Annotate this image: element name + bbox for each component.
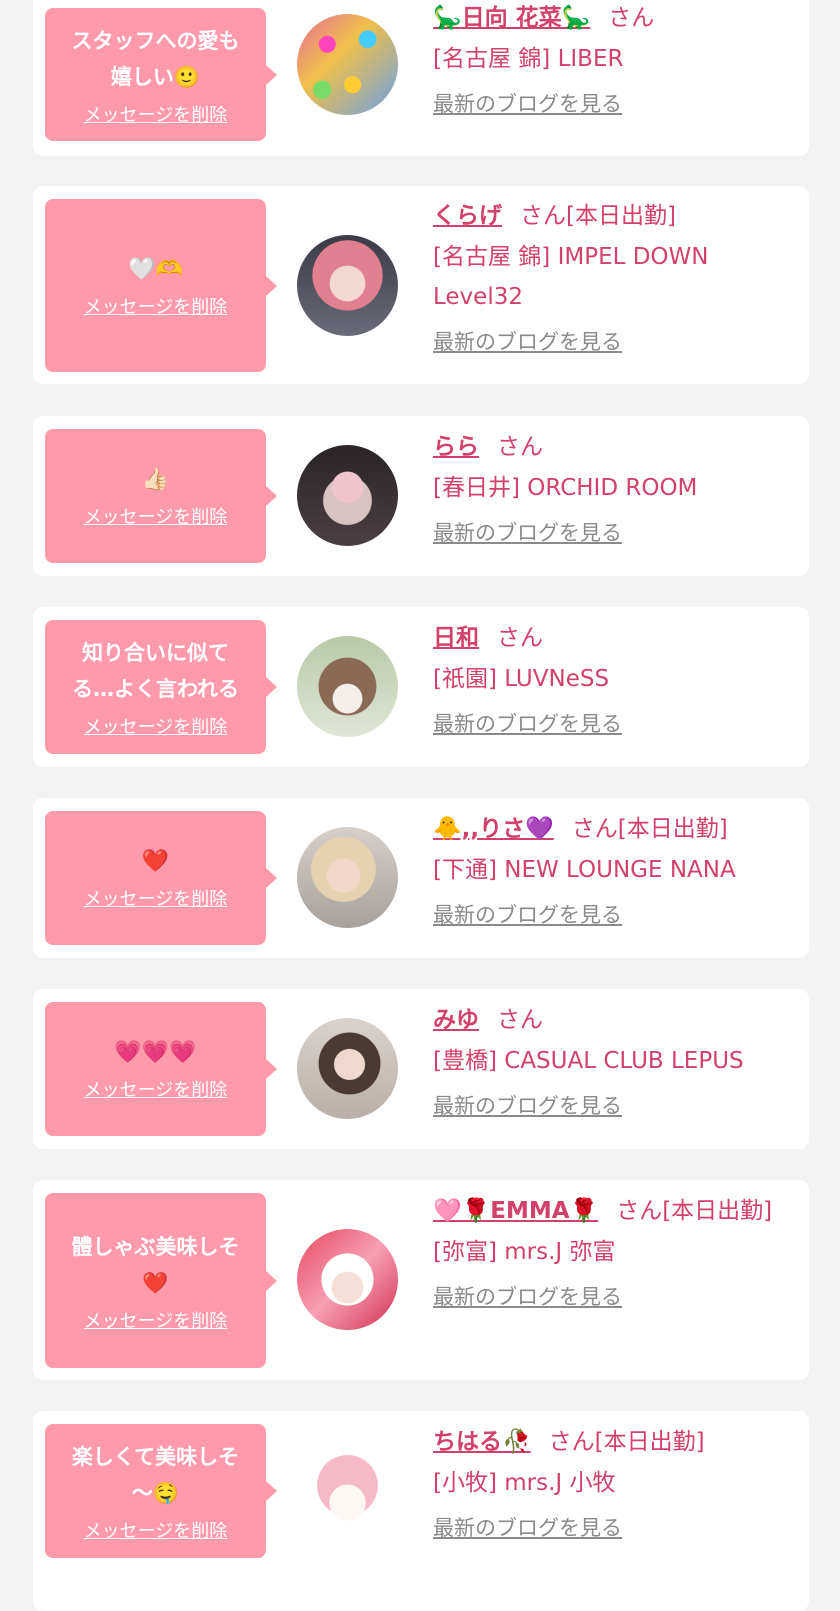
delete-message-link[interactable]: メッセージを削除 <box>84 1521 228 1543</box>
name-line: みゆ さん <box>433 1000 793 1041</box>
shop-name: [名古屋 錦] LIBER <box>433 46 624 72</box>
name-line: くらげ さん[本日出勤] <box>433 196 793 237</box>
latest-blog-link[interactable]: 最新のブログを見る <box>433 900 793 930</box>
cast-info: 日和 さん [祇園] LUVNeSS 最新のブログを見る <box>433 618 793 739</box>
message-card: スタッフへの愛も 嬉しい🙂 メッセージを削除 🦕日向 花菜🦕 さん [名古屋 錦] LI… <box>33 0 809 156</box>
latest-blog-link[interactable]: 最新のブログを見る <box>433 1513 793 1543</box>
shop-name: [下通] NEW LOUNGE NANA <box>433 857 736 883</box>
name-line: ちはる🥀 さん[本日出勤] <box>433 1422 793 1463</box>
cast-name-link[interactable]: 🦕日向 花菜🦕 <box>433 5 590 31</box>
message-bubble: ❤️ メッセージを削除 <box>45 811 277 945</box>
message-card: 知り合いに似て る…よく言われるメッセージを削除 日和 さん [祇園] LUVNeSS… <box>33 607 809 767</box>
avatar[interactable] <box>297 445 398 546</box>
cast-name-link[interactable]: らら <box>433 434 479 460</box>
message-bubble: 體しゃぶ美味しそ ❤️ メッセージを削除 <box>45 1193 277 1368</box>
avatar[interactable] <box>297 235 398 336</box>
message-text: 體しゃぶ美味しそ ❤️ <box>71 1234 240 1295</box>
shop-name: [弥富] mrs.J 弥富 <box>433 1239 616 1265</box>
delete-message-link[interactable]: メッセージを削除 <box>84 297 228 319</box>
message-card: 楽しくて美味しそ 〜🤤 メッセージを削除 ちはる🥀 さん[本日出勤] [小牧] mrs.… <box>33 1411 809 1611</box>
message-card: 👍🏻 メッセージを削除 らら さん [春日井] ORCHID ROOM 最新のブログを見る <box>33 416 809 576</box>
name-line: 🩷🌹EMMA🌹 さん[本日出勤] <box>433 1191 793 1232</box>
cast-name-link[interactable]: みゆ <box>433 1007 479 1033</box>
cast-name-link[interactable]: ちはる🥀 <box>433 1429 531 1455</box>
cast-info: らら さん [春日井] ORCHID ROOM 最新のブログを見る <box>433 427 793 548</box>
cast-name-link[interactable]: 🩷🌹EMMA🌹 <box>433 1198 598 1224</box>
cast-info: 🩷🌹EMMA🌹 さん[本日出勤] [弥富] mrs.J 弥富 最新のブログを見る <box>433 1191 793 1312</box>
shop-name: [名古屋 錦] IMPEL DOWN Level32 <box>433 244 709 310</box>
honorific-status: さん[本日出勤] <box>548 1429 705 1455</box>
delete-message-link[interactable]: メッセージを削除 <box>84 507 228 529</box>
latest-blog-link[interactable]: 最新のブログを見る <box>433 1282 793 1312</box>
message-text: 知り合いに似て る…よく言われる <box>72 641 239 701</box>
avatar[interactable] <box>297 1229 398 1330</box>
shop-name: [祇園] LUVNeSS <box>433 666 610 692</box>
avatar[interactable] <box>297 1440 398 1541</box>
message-card: 體しゃぶ美味しそ ❤️ メッセージを削除 🩷🌹EMMA🌹 さん[本日出勤] [弥富] m… <box>33 1180 809 1380</box>
latest-blog-link[interactable]: 最新のブログを見る <box>433 709 793 739</box>
message-bubble: スタッフへの愛も 嬉しい🙂 メッセージを削除 <box>45 8 277 141</box>
cast-info: くらげ さん[本日出勤] [名古屋 錦] IMPEL DOWN Level32 最新の… <box>433 196 793 357</box>
message-text: スタッフへの愛も 嬉しい🙂 <box>71 28 240 89</box>
honorific-status: さん[本日出勤] <box>520 203 676 229</box>
avatar[interactable] <box>297 636 398 737</box>
latest-blog-link[interactable]: 最新のブログを見る <box>433 327 793 357</box>
cast-info: ちはる🥀 さん[本日出勤] [小牧] mrs.J 小牧最新のブログを見る <box>433 1422 793 1543</box>
message-card: 🤍🫶 メッセージを削除 くらげ さん[本日出勤] [名古屋 錦] IMPEL DOWN … <box>33 186 809 384</box>
message-bubble: 知り合いに似て る…よく言われるメッセージを削除 <box>45 620 277 754</box>
avatar[interactable] <box>297 827 398 928</box>
avatar[interactable] <box>297 14 398 115</box>
name-line: 🦕日向 花菜🦕 さん <box>433 0 793 39</box>
cast-name-link[interactable]: 🐥,,りさ💜 <box>433 816 554 842</box>
cast-name-link[interactable]: 日和 <box>433 625 479 651</box>
shop-name: [春日井] ORCHID ROOM <box>433 475 698 501</box>
cast-info: 🦕日向 花菜🦕 さん [名古屋 錦] LIBER 最新のブログを見る <box>433 0 793 119</box>
honorific-status: さん <box>608 5 655 31</box>
honorific-status: さん <box>497 434 543 460</box>
honorific-status: さん[本日出勤] <box>616 1198 773 1224</box>
name-line: 🐥,,りさ💜 さん[本日出勤] <box>433 809 793 850</box>
name-line: 日和 さん <box>433 618 793 659</box>
message-bubble: 🤍🫶 メッセージを削除 <box>45 199 277 372</box>
name-line: らら さん <box>433 427 793 468</box>
message-text: 💗💗💗 <box>114 1040 197 1065</box>
shop-name: [豊橋] CASUAL CLUB LEPUS <box>433 1048 744 1074</box>
delete-message-link[interactable]: メッセージを削除 <box>84 1311 228 1333</box>
delete-message-link[interactable]: メッセージを削除 <box>84 1080 228 1102</box>
latest-blog-link[interactable]: 最新のブログを見る <box>433 1091 793 1121</box>
latest-blog-link[interactable]: 最新のブログを見る <box>433 89 793 119</box>
avatar[interactable] <box>297 1018 398 1119</box>
delete-message-link[interactable]: メッセージを削除 <box>84 889 228 911</box>
message-card: 💗💗💗 メッセージを削除 みゆ さん [豊橋] CASUAL CLUB LEPUS 最新の… <box>33 989 809 1149</box>
shop-name: [小牧] mrs.J 小牧 <box>433 1470 616 1496</box>
message-text: 楽しくて美味しそ 〜🤤 <box>71 1445 240 1505</box>
message-card: ❤️ メッセージを削除 🐥,,りさ💜 さん[本日出勤] [下通] NEW LOUNGE … <box>33 798 809 958</box>
honorific-status: さん <box>497 1007 543 1033</box>
cast-info: みゆ さん [豊橋] CASUAL CLUB LEPUS 最新のブログを見る <box>433 1000 793 1121</box>
honorific-status: さん <box>497 625 543 651</box>
delete-message-link[interactable]: メッセージを削除 <box>84 717 228 739</box>
message-bubble: 楽しくて美味しそ 〜🤤 メッセージを削除 <box>45 1424 277 1558</box>
message-text: 👍🏻 <box>141 467 170 492</box>
cast-name-link[interactable]: くらげ <box>433 203 502 229</box>
latest-blog-link[interactable]: 最新のブログを見る <box>433 518 793 548</box>
message-bubble: 👍🏻 メッセージを削除 <box>45 429 277 563</box>
honorific-status: さん[本日出勤] <box>571 816 728 842</box>
message-bubble: 💗💗💗 メッセージを削除 <box>45 1002 277 1136</box>
message-text: ❤️ <box>141 849 170 874</box>
delete-message-link[interactable]: メッセージを削除 <box>84 105 228 127</box>
message-text: 🤍🫶 <box>128 256 183 282</box>
cast-info: 🐥,,りさ💜 さん[本日出勤] [下通] NEW LOUNGE NANA 最新のブログ… <box>433 809 793 930</box>
